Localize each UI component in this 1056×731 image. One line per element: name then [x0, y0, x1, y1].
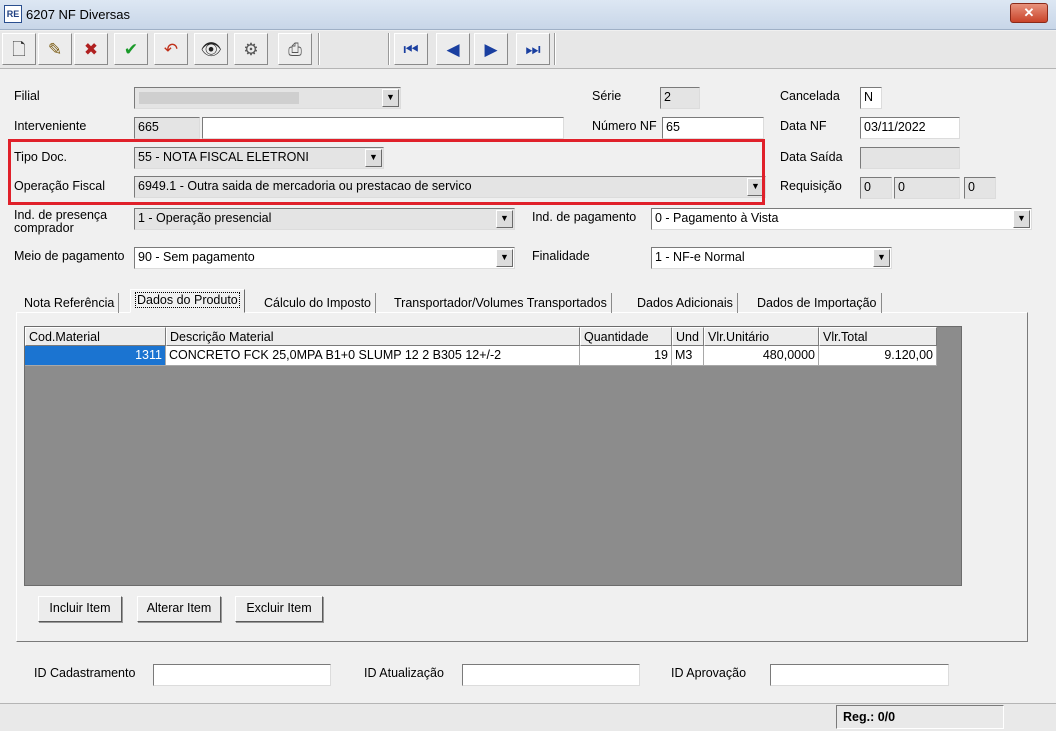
- tab-nota-referencia[interactable]: Nota Referência: [20, 293, 120, 313]
- requisicao-field-2[interactable]: 0: [894, 177, 960, 199]
- app-icon: RE: [4, 5, 22, 23]
- table-cell-cod-material[interactable]: 1311: [25, 346, 166, 366]
- cancelada-label: Cancelada: [780, 89, 840, 103]
- data-nf-field[interactable]: 03/11/2022: [860, 117, 960, 139]
- finalidade-label: Finalidade: [532, 249, 590, 263]
- last-record-icon: ⏭: [525, 39, 541, 59]
- dropdown-arrow-icon[interactable]: ▼: [873, 249, 890, 267]
- requisicao-field-1[interactable]: 0: [860, 177, 892, 199]
- id-cadastramento-field[interactable]: [153, 664, 331, 686]
- new-doc-icon: 🗋: [12, 39, 26, 59]
- highlight-box: [8, 139, 765, 205]
- serie-field[interactable]: 2: [660, 87, 700, 109]
- new-button[interactable]: 🗋: [2, 33, 36, 65]
- redacted-value: [139, 92, 299, 104]
- window-title: 6207 NF Diversas: [26, 7, 131, 22]
- data-saida-field[interactable]: [860, 147, 960, 169]
- last-record-button[interactable]: ⏭: [516, 33, 550, 65]
- table-cell-vlr-total[interactable]: 9.120,00: [819, 346, 937, 366]
- first-record-icon: ⏮: [403, 39, 419, 59]
- requisicao-label: Requisição: [780, 179, 842, 193]
- column-header[interactable]: Vlr.Unitário: [704, 327, 819, 346]
- incluir-item-button[interactable]: Incluir Item: [38, 596, 122, 622]
- record-counter: Reg.: 0/0: [836, 705, 1004, 729]
- dropdown-arrow-icon[interactable]: ▼: [1013, 210, 1030, 228]
- data-saida-label: Data Saída: [780, 150, 843, 164]
- filial-label: Filial: [14, 89, 40, 103]
- finalidade-select[interactable]: 1 - NF-e Normal ▼: [651, 247, 892, 269]
- binoculars-search-icon: 👁: [200, 39, 222, 59]
- column-header[interactable]: Cod.Material: [25, 327, 166, 346]
- ind-pagamento-label: Ind. de pagamento: [532, 210, 637, 224]
- id-cadastramento-label: ID Cadastramento: [34, 666, 136, 680]
- next-record-button[interactable]: ▶: [474, 33, 508, 65]
- table-cell-vlr-unitario[interactable]: 480,0000: [704, 346, 819, 366]
- tab-dados-de-importacao[interactable]: Dados de Importação: [753, 293, 882, 313]
- table-cell-quantidade[interactable]: 19: [580, 346, 672, 366]
- toolbar-separator: [554, 33, 556, 65]
- tools-button[interactable]: ⚙: [234, 33, 268, 65]
- numero-nf-field[interactable]: 65: [662, 117, 764, 139]
- toolbar-separator: [318, 33, 320, 65]
- printer-icon: ⎙: [288, 39, 302, 59]
- id-atualizacao-field[interactable]: [462, 664, 640, 686]
- cancelada-field[interactable]: N: [860, 87, 882, 109]
- column-header[interactable]: Descrição Material: [166, 327, 580, 346]
- close-button[interactable]: ✕: [1010, 3, 1048, 23]
- tab-calculo-do-imposto[interactable]: Cálculo do Imposto: [260, 293, 377, 313]
- serie-label: Série: [592, 89, 622, 103]
- tab-transportador[interactable]: Transportador/Volumes Transportados: [390, 293, 612, 313]
- excluir-item-button[interactable]: Excluir Item: [235, 596, 323, 622]
- next-record-icon: ▶: [484, 39, 498, 59]
- ind-presenca-select[interactable]: 1 - Operação presencial ▼: [134, 208, 515, 230]
- meio-pagamento-select[interactable]: 90 - Sem pagamento ▼: [134, 247, 515, 269]
- id-aprovacao-label: ID Aprovação: [671, 666, 747, 680]
- dropdown-arrow-icon[interactable]: ▼: [496, 210, 513, 228]
- numero-nf-label: Número NF: [592, 119, 657, 133]
- data-nf-label: Data NF: [780, 119, 827, 133]
- confirm-button[interactable]: ✔: [114, 33, 148, 65]
- previous-record-icon: ◀: [446, 39, 460, 59]
- interveniente-name-field[interactable]: [202, 117, 564, 139]
- ind-pagamento-select[interactable]: 0 - Pagamento à Vista ▼: [651, 208, 1032, 230]
- delete-button[interactable]: ✖: [74, 33, 108, 65]
- print-button[interactable]: ⎙: [278, 33, 312, 65]
- tab-dados-adicionais[interactable]: Dados Adicionais: [633, 293, 738, 313]
- id-atualizacao-label: ID Atualização: [364, 666, 444, 680]
- column-header[interactable]: Quantidade: [580, 327, 672, 346]
- column-header[interactable]: Vlr.Total: [819, 327, 937, 346]
- requisicao-field-3[interactable]: 0: [964, 177, 996, 199]
- meio-pagamento-label: Meio de pagamento: [14, 249, 125, 263]
- edit-button[interactable]: ✎: [38, 33, 72, 65]
- tab-dados-do-produto[interactable]: Dados do Produto: [130, 289, 245, 313]
- confirm-check-icon: ✔: [123, 39, 139, 59]
- undo-icon: ↶: [163, 39, 179, 59]
- ind-presenca-label: Ind. de presença comprador: [14, 208, 108, 235]
- edit-icon: ✎: [47, 39, 63, 59]
- interveniente-code-field[interactable]: 665: [134, 117, 200, 139]
- previous-record-button[interactable]: ◀: [436, 33, 470, 65]
- filial-select[interactable]: ▼: [134, 87, 401, 109]
- alterar-item-button[interactable]: Alterar Item: [137, 596, 221, 622]
- tools-icon: ⚙: [243, 39, 259, 59]
- first-record-button[interactable]: ⏮: [394, 33, 428, 65]
- dropdown-arrow-icon[interactable]: ▼: [382, 89, 399, 107]
- search-button[interactable]: 👁: [194, 33, 228, 65]
- delete-icon: ✖: [83, 39, 99, 59]
- title-bar: RE 6207 NF Diversas ✕: [0, 0, 1056, 30]
- items-grid[interactable]: Cod.Material Descrição Material Quantida…: [24, 326, 962, 586]
- undo-button[interactable]: ↶: [154, 33, 188, 65]
- table-cell-und[interactable]: M3: [672, 346, 704, 366]
- column-header[interactable]: Und: [672, 327, 704, 346]
- toolbar: 🗋 ✎ ✖ ✔ ↶ 👁 ⚙ ⎙ ⏮ ◀ ▶ ⏭: [0, 31, 1056, 69]
- id-aprovacao-field[interactable]: [770, 664, 949, 686]
- table-cell-descricao[interactable]: CONCRETO FCK 25,0MPA B1+0 SLUMP 12 2 B30…: [166, 346, 580, 366]
- dropdown-arrow-icon[interactable]: ▼: [496, 249, 513, 267]
- toolbar-separator: [388, 33, 390, 65]
- interveniente-label: Interveniente: [14, 119, 87, 133]
